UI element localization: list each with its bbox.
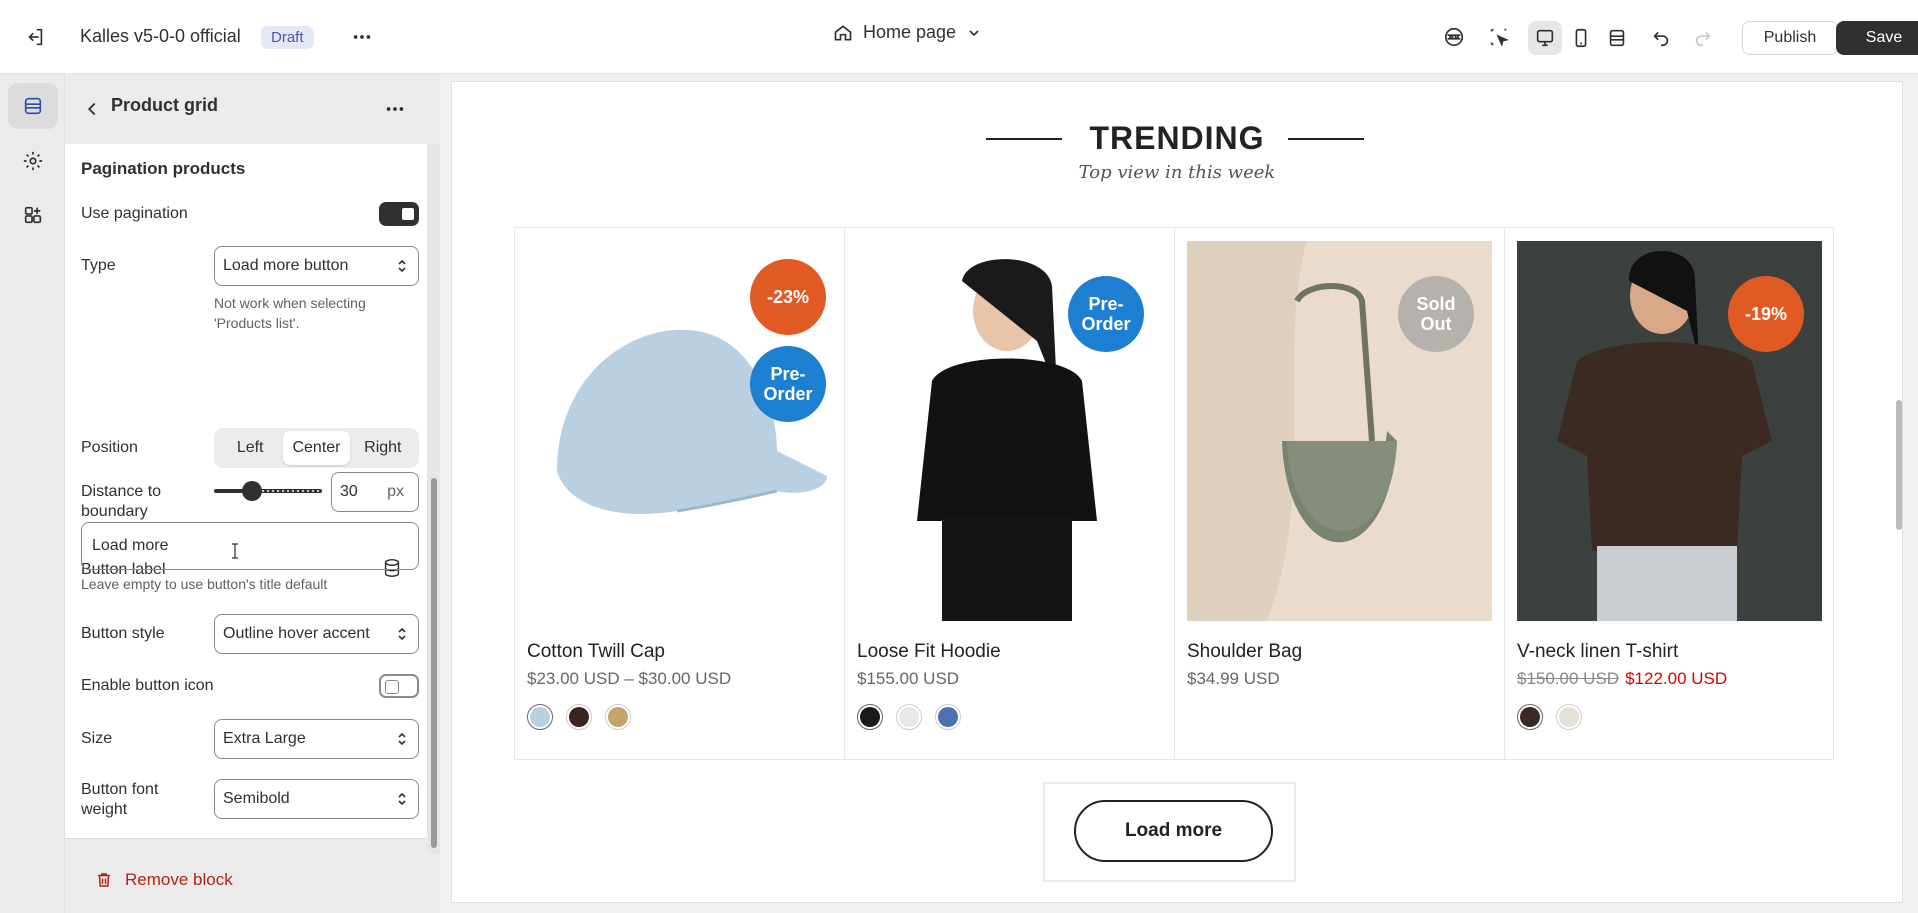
page-select-label: Home page	[863, 22, 957, 42]
font-weight-label: Button font weight	[81, 781, 159, 818]
product-price: $23.00 USD – $30.00 USD	[527, 669, 732, 688]
button-style-label: Button style	[81, 625, 165, 642]
color-swatch[interactable]	[935, 704, 961, 730]
product-image[interactable]: Sold Out	[1187, 241, 1492, 621]
home-icon	[834, 24, 852, 40]
size-value: Extra Large	[223, 730, 306, 747]
product-name[interactable]: Loose Fit Hoodie	[857, 641, 1001, 663]
heading-line-right	[1288, 138, 1364, 140]
select-arrows-icon	[398, 792, 406, 806]
sale-price: $122.00 USD	[1625, 669, 1728, 688]
sidebar-header: Product grid	[65, 74, 440, 144]
button-style-value: Outline hover accent	[223, 625, 370, 642]
back-arrow-icon[interactable]	[75, 92, 109, 126]
section-subheading: Top view in this week	[1078, 162, 1276, 183]
product-price: $150.00 USD $122.00 USD	[1517, 669, 1727, 689]
font-weight-value: Semibold	[223, 790, 290, 807]
more-options-icon[interactable]	[345, 20, 379, 54]
product-price: $34.99 USD	[1187, 669, 1280, 688]
customer-privacy-icon[interactable]	[1437, 20, 1471, 54]
divider	[65, 838, 427, 839]
button-style-select[interactable]: Outline hover accent	[214, 614, 419, 654]
font-weight-select[interactable]: Semibold	[214, 779, 419, 819]
product-price: $155.00 USD	[857, 669, 960, 688]
button-label-value: Load more	[92, 537, 169, 554]
save-button[interactable]: Save	[1836, 21, 1918, 55]
color-swatch[interactable]	[1556, 704, 1582, 730]
button-label-help: Leave empty to use button's title defaul…	[81, 576, 328, 592]
product-card[interactable]: Sold Out Shoulder Bag $34.99 USD	[1175, 228, 1505, 759]
remove-block-button[interactable]: Remove block	[95, 870, 233, 890]
apps-icon[interactable]	[8, 192, 58, 238]
theme-settings-icon[interactable]	[8, 138, 58, 184]
more-options-icon[interactable]	[378, 92, 412, 126]
left-rail	[0, 74, 65, 913]
preorder-badge: Pre- Order	[1068, 276, 1144, 352]
settings-panel-lower: Load more Leave empty to use button's ti…	[65, 144, 427, 838]
preorder-badge: Pre- Order	[750, 346, 826, 422]
color-swatch[interactable]	[605, 704, 631, 730]
redo-icon[interactable]	[1686, 20, 1720, 54]
undo-icon[interactable]	[1644, 20, 1678, 54]
color-swatches	[857, 704, 961, 730]
discount-badge: -19%	[1728, 276, 1804, 352]
load-more-highlight: Load more	[1045, 784, 1294, 880]
remove-block-label: Remove block	[125, 870, 233, 889]
load-more-button[interactable]: Load more	[1074, 800, 1273, 862]
color-swatch[interactable]	[527, 704, 553, 730]
page-selector[interactable]: Home page	[833, 22, 982, 43]
product-grid: -23% Pre- Order Cotton Twill Cap $23.00 …	[514, 227, 1834, 760]
product-card[interactable]: -23% Pre- Order Cotton Twill Cap $23.00 …	[515, 228, 845, 759]
chevron-down-icon	[969, 29, 979, 36]
sidebar-title: Product grid	[111, 95, 218, 115]
product-image[interactable]: -19%	[1517, 241, 1822, 621]
size-label: Size	[81, 730, 113, 747]
top-bar: Kalles v5-0-0 official Draft Home page P…	[0, 0, 1918, 74]
enable-icon-toggle[interactable]	[379, 674, 419, 698]
product-name[interactable]: V-neck linen T-shirt	[1517, 641, 1678, 663]
product-card[interactable]: Pre- Order Loose Fit Hoodie $155.00 USD	[845, 228, 1175, 759]
sections-icon[interactable]	[8, 83, 58, 129]
store-name: Kalles v5-0-0 official	[80, 26, 241, 46]
fullscreen-icon[interactable]	[1600, 21, 1634, 55]
product-image[interactable]: -23% Pre- Order	[527, 241, 832, 621]
desktop-icon[interactable]	[1528, 21, 1562, 55]
original-price: $150.00 USD	[1517, 669, 1620, 688]
color-swatch[interactable]	[1517, 704, 1543, 730]
publish-button[interactable]: Publish	[1742, 21, 1838, 55]
product-name[interactable]: Shoulder Bag	[1187, 641, 1302, 663]
device-toggle-group	[1528, 20, 1650, 56]
section-heading: TRENDING	[1089, 120, 1265, 156]
sidebar-scrollbar-thumb[interactable]	[431, 478, 437, 848]
discount-badge: -23%	[750, 259, 826, 335]
button-label-input[interactable]: Load more	[81, 522, 419, 570]
text-cursor-icon	[232, 543, 238, 559]
color-swatch[interactable]	[857, 704, 883, 730]
select-arrows-icon	[398, 732, 406, 746]
preview-scrollbar[interactable]	[1896, 400, 1902, 530]
trash-icon	[98, 873, 110, 887]
color-swatches	[1517, 704, 1582, 730]
product-card[interactable]: -19% V-neck linen T-shirt $150.00 USD $12…	[1505, 228, 1835, 759]
status-badge: Draft	[261, 26, 314, 49]
exit-icon[interactable]	[18, 20, 52, 54]
color-swatch[interactable]	[896, 704, 922, 730]
inspector-icon[interactable]	[1482, 20, 1516, 54]
mobile-icon[interactable]	[1564, 21, 1598, 55]
size-select[interactable]: Extra Large	[214, 719, 419, 759]
sold-out-badge: Sold Out	[1398, 276, 1474, 352]
enable-icon-label: Enable button icon	[81, 677, 214, 694]
product-image[interactable]: Pre- Order	[857, 241, 1162, 621]
product-name[interactable]: Cotton Twill Cap	[527, 641, 665, 663]
select-arrows-icon	[398, 627, 406, 641]
store-preview: TRENDING Top view in this week -23% Pre-…	[452, 82, 1902, 902]
color-swatches	[527, 704, 631, 730]
color-swatch[interactable]	[566, 704, 592, 730]
